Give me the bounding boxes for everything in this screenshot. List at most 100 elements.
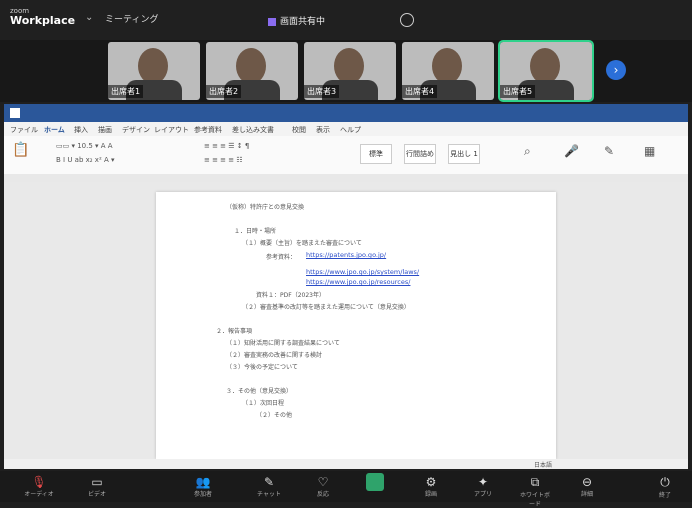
doc-line: （２）審査実務の改善に関する検討 xyxy=(226,352,323,359)
meeting-toolbar: 🎙 オーディオ ▭ ビデオ 👥 参加者 ✎ チャット ♡ 反応 ⚙ 録画 ✦ アプリ ⧉ ホワイ… xyxy=(0,471,692,508)
record-button[interactable]: ⚙ 録画 xyxy=(416,475,446,498)
share-screen-button[interactable] xyxy=(366,473,384,491)
participant-tile[interactable]: 出席者2 xyxy=(206,42,298,100)
chevron-down-icon[interactable]: ⌄ xyxy=(85,12,93,23)
participant-video xyxy=(236,48,266,84)
whiteboard-icon: ⧉ xyxy=(530,475,540,489)
addins-icon[interactable]: ▦ xyxy=(644,144,655,158)
style-normal[interactable]: 標準 xyxy=(360,144,392,164)
participant-gallery: 出席者1 出席者2 出席者3 出席者4 出席者5 › xyxy=(0,40,692,102)
toolbar-label: ホワイトボード xyxy=(520,492,551,508)
align-controls[interactable]: ≡ ≡ ≡ ≡ ☷ xyxy=(204,156,243,164)
reactions-button[interactable]: ♡ 反応 xyxy=(308,475,338,498)
doc-line: １．日時・場所 xyxy=(234,228,277,235)
document-page[interactable]: （仮称）特許庁との意見交換 １．日時・場所 （１）概要（主旨）を踏まえた審査につ… xyxy=(156,192,556,459)
doc-line: 資料１：PDF（2023年） xyxy=(256,292,325,299)
sharing-label: 画面共有中 xyxy=(280,17,326,27)
doc-line: （２）その他 xyxy=(256,412,293,419)
menu-file[interactable]: ファイル xyxy=(10,125,38,135)
apps-icon: ✦ xyxy=(477,475,489,489)
style-no-spacing[interactable]: 行間詰め xyxy=(404,144,436,164)
next-page-button[interactable]: › xyxy=(606,60,626,80)
stop-share-icon[interactable] xyxy=(400,13,414,27)
doc-line: （仮称）特許庁との意見交換 xyxy=(226,204,304,211)
ribbon-tabs: ファイル ホーム 挿入 描画 デザイン レイアウト 参考資料 差し込み文書 校閲… xyxy=(4,122,688,136)
participant-tile[interactable]: 出席者3 xyxy=(304,42,396,100)
participants-button[interactable]: 👥 参加者 xyxy=(188,475,218,498)
app-logo: zoom Workplace xyxy=(10,6,75,26)
doc-line: ２．報告事項 xyxy=(216,328,253,335)
participant-name: 出席者1 xyxy=(108,85,144,98)
sharing-icon xyxy=(268,17,276,26)
shared-word-window: ファイル ホーム 挿入 描画 デザイン レイアウト 参考資料 差し込み文書 校閲… xyxy=(4,104,688,469)
menu-references[interactable]: 参考資料 xyxy=(194,125,222,135)
doc-line: （１）概要（主旨）を踏まえた審査について xyxy=(242,240,362,247)
participant-video xyxy=(334,48,364,84)
audio-button[interactable]: 🎙 オーディオ xyxy=(24,475,54,498)
participant-video xyxy=(530,48,560,84)
more-icon: ⊖ xyxy=(581,475,593,489)
chat-icon: ✎ xyxy=(263,475,275,489)
reactions-icon: ♡ xyxy=(317,475,329,489)
sharing-indicator[interactable]: 画面共有中 xyxy=(268,14,325,27)
editor-icon[interactable]: ✎ xyxy=(604,144,614,158)
participant-video xyxy=(432,48,462,84)
chat-button[interactable]: ✎ チャット xyxy=(254,475,284,498)
doc-link[interactable]: https://www.jpo.go.jp/system/laws/ xyxy=(306,268,419,276)
whiteboard-button[interactable]: ⧉ ホワイトボード xyxy=(520,475,550,508)
toolbar-label: 反応 xyxy=(316,491,329,498)
more-button[interactable]: ⊖ 詳細 xyxy=(572,475,602,498)
apps-button[interactable]: ✦ アプリ xyxy=(468,475,498,498)
participant-tile[interactable]: 出席者1 xyxy=(108,42,200,100)
menu-design[interactable]: デザイン xyxy=(122,125,150,135)
menu-draw[interactable]: 描画 xyxy=(98,125,112,135)
video-icon: ▭ xyxy=(91,475,103,489)
doc-line: （２）審査基準の改訂等を踏まえた運用について（意見交換） xyxy=(242,304,410,311)
participant-tile-active[interactable]: 出席者5 xyxy=(498,40,594,102)
doc-line: 参考資料： xyxy=(266,254,297,261)
ribbon: 📋 ▭▭ ▾ 10.5 ▾ A A B I U ab x₂ x² A ▾ ≡ ≡… xyxy=(4,136,688,175)
menu-insert[interactable]: 挿入 xyxy=(74,125,88,135)
find-icon[interactable]: ⌕ xyxy=(524,144,531,159)
menu-view[interactable]: 表示 xyxy=(316,125,330,135)
toolbar-label: チャット xyxy=(257,491,281,498)
status-language: 日本語 xyxy=(534,462,553,469)
meeting-tab[interactable]: ミーティング xyxy=(105,12,158,25)
end-icon: ⏻ xyxy=(660,475,670,489)
participant-name: 出席者3 xyxy=(304,85,340,98)
menu-home[interactable]: ホーム xyxy=(44,125,65,135)
toolbar-label: オーディオ xyxy=(24,491,54,498)
style-heading-1[interactable]: 見出し 1 xyxy=(448,144,480,164)
menu-layout[interactable]: レイアウト xyxy=(154,125,189,135)
document-canvas: （仮称）特許庁との意見交換 １．日時・場所 （１）概要（主旨）を踏まえた審査につ… xyxy=(4,182,688,459)
format-controls[interactable]: B I U ab x₂ x² A ▾ xyxy=(56,156,115,164)
word-icon xyxy=(10,108,20,118)
participant-tile[interactable]: 出席者4 xyxy=(402,42,494,100)
doc-line: ３．その他（意見交換） xyxy=(226,388,293,395)
font-controls[interactable]: ▭▭ ▾ 10.5 ▾ A A xyxy=(56,142,113,150)
toolbar-label: 終了 xyxy=(658,492,671,499)
ruler xyxy=(4,174,688,182)
paragraph-controls[interactable]: ≡ ≡ ≡ ☰ ↕ ¶ xyxy=(204,142,249,150)
menu-help[interactable]: ヘルプ xyxy=(340,125,361,135)
title-bar: zoom Workplace ⌄ ミーティング 画面共有中 xyxy=(0,0,692,40)
toolbar-label: 参加者 xyxy=(193,491,212,498)
doc-link[interactable]: https://patents.jpo.go.jp/ xyxy=(306,251,386,259)
dictate-icon[interactable]: 🎤 xyxy=(564,144,579,158)
toolbar-label: アプリ xyxy=(473,491,492,498)
toolbar-label: ビデオ xyxy=(87,491,106,498)
paste-icon[interactable]: 📋 xyxy=(12,142,29,158)
word-title-bar xyxy=(4,104,688,122)
mic-muted-icon: 🎙 xyxy=(31,475,47,489)
end-button[interactable]: ⏻ 終了 xyxy=(650,475,680,499)
menu-mailings[interactable]: 差し込み文書 xyxy=(232,125,274,135)
record-icon: ⚙ xyxy=(425,475,437,489)
doc-link[interactable]: https://www.jpo.go.jp/resources/ xyxy=(306,278,410,286)
participant-name: 出席者2 xyxy=(206,85,242,98)
toolbar-label: 詳細 xyxy=(580,491,593,498)
status-bar: 日本語 xyxy=(4,459,688,469)
participant-name: 出席者5 xyxy=(500,85,536,98)
doc-line: （１）次回日程 xyxy=(242,400,285,407)
menu-review[interactable]: 校閲 xyxy=(292,125,306,135)
video-button[interactable]: ▭ ビデオ xyxy=(82,475,112,498)
